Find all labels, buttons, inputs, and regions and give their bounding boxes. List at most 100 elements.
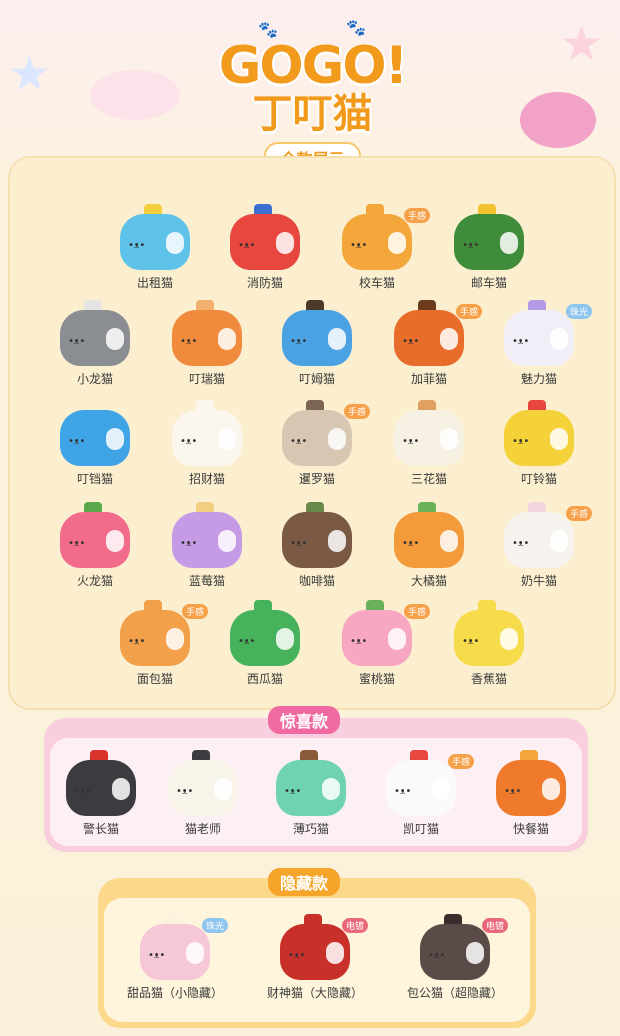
- cat-face-icon: •ᴥ•: [512, 336, 530, 347]
- figure-body: •ᴥ•: [120, 214, 190, 270]
- figure-card: •ᴥ• 财神猫（大隐藏） 电镀: [267, 910, 368, 1002]
- side-badge-icon: [106, 328, 124, 350]
- figure-body: •ᴥ•: [172, 310, 242, 366]
- cat-face-icon: •ᴥ•: [288, 950, 306, 961]
- cat-face-icon: •ᴥ•: [402, 436, 420, 447]
- cat-face-icon: •ᴥ•: [290, 436, 308, 447]
- side-badge-icon: [186, 942, 204, 964]
- cat-face-icon: •ᴥ•: [68, 538, 86, 549]
- figure-card: •ᴥ• 包公猫（超隐藏） 电镀: [407, 910, 508, 1002]
- figure-name: 财神猫（大隐藏）: [266, 986, 363, 1000]
- side-badge-icon: [432, 778, 450, 800]
- side-badge-icon: [440, 530, 458, 552]
- cat-face-icon: •ᴥ•: [180, 538, 198, 549]
- figure-card: •ᴥ• 西瓜猫: [220, 596, 310, 688]
- side-badge-icon: [500, 232, 518, 254]
- figure-body: •ᴥ•: [454, 214, 524, 270]
- figure-card: •ᴥ• 叮瑞猫: [162, 296, 252, 388]
- figure-name: 加菲猫: [410, 372, 447, 386]
- side-badge-icon: [440, 428, 458, 450]
- figure-card: •ᴥ• 出租猫: [110, 200, 200, 292]
- finish-tag: 手感: [455, 304, 482, 319]
- paw-icon: 🐾: [346, 18, 366, 37]
- figure-card: •ᴥ• 火龙猫: [50, 498, 140, 590]
- cat-face-icon: •ᴥ•: [284, 786, 302, 797]
- figure-name: 叮瑞猫: [188, 372, 225, 386]
- side-badge-icon: [388, 628, 406, 650]
- finish-tag: 珠光: [565, 304, 592, 319]
- figure-name: 包公猫（超隐藏）: [406, 986, 503, 1000]
- cat-face-icon: •ᴥ•: [350, 636, 368, 647]
- cat-face-icon: •ᴥ•: [238, 240, 256, 251]
- figure-name: 魅力猫: [520, 372, 557, 386]
- figure-card: •ᴥ• 凯叮猫 手感: [376, 746, 474, 838]
- finish-tag: 手感: [403, 604, 430, 619]
- figure-name: 校车猫: [358, 276, 395, 290]
- figure-body: •ᴥ•: [496, 760, 566, 816]
- side-badge-icon: [500, 628, 518, 650]
- finish-tag: 珠光: [201, 918, 228, 933]
- hidden-title: 隐藏款: [268, 868, 341, 896]
- cat-face-icon: •ᴥ•: [512, 436, 530, 447]
- figure-card: •ᴥ• 大橘猫: [384, 498, 474, 590]
- figure-name: 邮车猫: [470, 276, 507, 290]
- figure-name: 奶牛猫: [520, 574, 557, 588]
- side-badge-icon: [166, 232, 184, 254]
- figure-card: •ᴥ• 三花猫: [384, 396, 474, 488]
- figure-body: •ᴥ•: [342, 214, 412, 270]
- figure-body: •ᴥ•: [60, 512, 130, 568]
- figure-name: 叮铛猫: [76, 472, 113, 486]
- figure-body: •ᴥ•: [394, 512, 464, 568]
- side-badge-icon: [166, 628, 184, 650]
- side-badge-icon: [466, 942, 484, 964]
- figure-name: 咖啡猫: [298, 574, 335, 588]
- side-badge-icon: [550, 530, 568, 552]
- figure-body: •ᴥ•: [168, 760, 238, 816]
- figure-card: •ᴥ• 快餐猫: [486, 746, 576, 838]
- figure-body: •ᴥ•: [282, 310, 352, 366]
- figure-body: •ᴥ•: [280, 924, 350, 980]
- side-badge-icon: [214, 778, 232, 800]
- figure-card: •ᴥ• 香蕉猫: [444, 596, 534, 688]
- figure-body: •ᴥ•: [342, 610, 412, 666]
- figure-name: 暹罗猫: [298, 472, 335, 486]
- finish-tag: 电镀: [341, 918, 368, 933]
- figure-body: •ᴥ•: [120, 610, 190, 666]
- figure-card: •ᴥ• 猫老师: [158, 746, 248, 838]
- finish-tag: 手感: [565, 506, 592, 521]
- figure-card: •ᴥ• 叮铛猫: [50, 396, 140, 488]
- figure-body: •ᴥ•: [282, 512, 352, 568]
- cat-face-icon: •ᴥ•: [512, 538, 530, 549]
- figure-card: •ᴥ• 面包猫 手感: [110, 596, 208, 688]
- star-decoration-left: ★: [8, 46, 52, 102]
- figure-card: •ᴥ• 校车猫 手感: [332, 200, 430, 292]
- figure-body: •ᴥ•: [504, 410, 574, 466]
- figure-body: •ᴥ•: [172, 512, 242, 568]
- side-badge-icon: [106, 428, 124, 450]
- logo-title: GOGO!: [218, 36, 409, 96]
- cat-face-icon: •ᴥ•: [462, 240, 480, 251]
- cat-face-icon: •ᴥ•: [148, 950, 166, 961]
- cat-face-icon: •ᴥ•: [350, 240, 368, 251]
- cat-face-icon: •ᴥ•: [462, 636, 480, 647]
- cat-face-icon: •ᴥ•: [402, 336, 420, 347]
- finish-tag: 电镀: [481, 918, 508, 933]
- figure-name: 甜品猫（小隐藏）: [126, 986, 223, 1000]
- figure-body: •ᴥ•: [504, 310, 574, 366]
- figure-card: •ᴥ• 奶牛猫 手感: [494, 498, 592, 590]
- cat-face-icon: •ᴥ•: [504, 786, 522, 797]
- figure-card: •ᴥ• 警长猫: [56, 746, 146, 838]
- figure-name: 香蕉猫: [470, 672, 507, 686]
- side-badge-icon: [542, 778, 560, 800]
- figure-name: 出租猫: [136, 276, 173, 290]
- side-badge-icon: [388, 232, 406, 254]
- cat-face-icon: •ᴥ•: [428, 950, 446, 961]
- surprise-title: 惊喜款: [268, 706, 341, 734]
- figure-card: •ᴥ• 蜜桃猫 手感: [332, 596, 430, 688]
- cat-face-icon: •ᴥ•: [180, 336, 198, 347]
- figure-card: •ᴥ• 暹罗猫 手感: [272, 396, 370, 488]
- side-badge-icon: [322, 778, 340, 800]
- side-badge-icon: [328, 428, 346, 450]
- figure-card: •ᴥ• 叮姆猫: [272, 296, 362, 388]
- figure-name: 叮姆猫: [298, 372, 335, 386]
